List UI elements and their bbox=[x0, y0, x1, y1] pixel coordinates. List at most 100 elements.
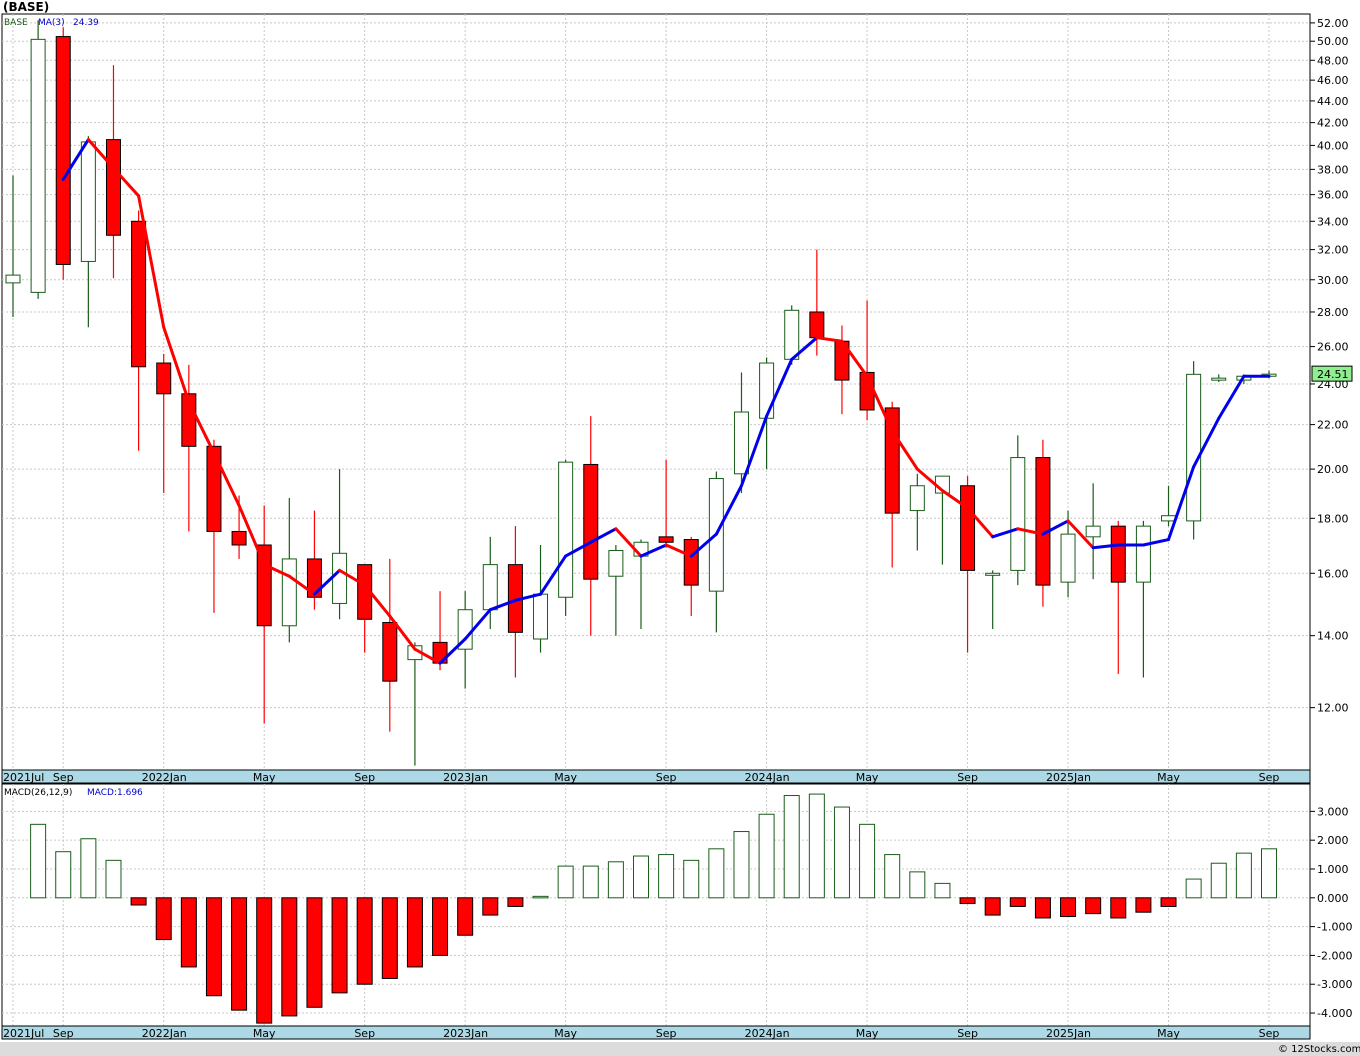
macd-bar bbox=[331, 897, 348, 994]
price-date-label: Sep bbox=[957, 771, 978, 784]
candle-body bbox=[206, 445, 222, 532]
price-date-label: Sep bbox=[1259, 771, 1280, 784]
macd-bar bbox=[457, 897, 474, 936]
macd-bar bbox=[683, 859, 700, 899]
candle-body bbox=[533, 593, 549, 640]
candle-body bbox=[583, 463, 599, 580]
candle-body bbox=[5, 274, 21, 284]
candle-body bbox=[231, 530, 247, 546]
macd-bar bbox=[55, 851, 72, 899]
macd-date-label: May bbox=[856, 1027, 879, 1040]
candle-body bbox=[1135, 525, 1151, 583]
macd-bar bbox=[356, 897, 373, 985]
candle-body bbox=[909, 485, 925, 512]
macd-date-label: 2022Jan bbox=[142, 1027, 187, 1040]
macd-bar bbox=[231, 897, 248, 1011]
macd-date-label: Sep bbox=[957, 1027, 978, 1040]
price-tick-label: 18.00 bbox=[1317, 512, 1349, 525]
candle-body bbox=[131, 220, 147, 368]
candle-body bbox=[1186, 373, 1202, 522]
macd-bar bbox=[1060, 897, 1077, 918]
candle-body bbox=[30, 38, 46, 293]
candle-body bbox=[608, 550, 624, 577]
macd-bar bbox=[1110, 897, 1127, 919]
price-date-label: 2022Jan bbox=[142, 771, 187, 784]
candle bbox=[1186, 361, 1202, 540]
price-tick-label: 40.00 bbox=[1317, 139, 1349, 152]
macd-bar bbox=[507, 897, 524, 907]
macd-bar bbox=[155, 897, 172, 941]
price-tick-label: 30.00 bbox=[1317, 274, 1349, 287]
legend-ma-value: 24.39 bbox=[73, 18, 99, 28]
price-panel bbox=[1, 13, 1311, 771]
price-date-label: Sep bbox=[354, 771, 375, 784]
macd-date-label: Sep bbox=[1259, 1027, 1280, 1040]
price-tick-label: 12.00 bbox=[1317, 702, 1349, 715]
candle-body bbox=[1085, 525, 1101, 538]
candle-body bbox=[332, 552, 348, 604]
candle-body bbox=[683, 539, 699, 586]
candle-body bbox=[281, 558, 297, 627]
macd-bar bbox=[130, 897, 147, 906]
macd-bar bbox=[30, 823, 47, 899]
macd-bar bbox=[406, 897, 423, 968]
candle-body bbox=[784, 309, 800, 360]
candle-body bbox=[558, 461, 574, 598]
candle bbox=[558, 459, 574, 617]
candle-body bbox=[1010, 457, 1026, 571]
candle bbox=[30, 20, 46, 299]
macd-bar bbox=[733, 831, 750, 899]
macd-bar bbox=[808, 793, 825, 899]
price-tick-label: 20.00 bbox=[1317, 463, 1349, 476]
candle-body bbox=[256, 544, 272, 627]
macd-bar bbox=[205, 897, 222, 997]
price-tick-label: 48.00 bbox=[1317, 54, 1349, 67]
price-tick-label: 36.00 bbox=[1317, 189, 1349, 202]
price-tick-label: 14.00 bbox=[1317, 630, 1349, 643]
candle-body bbox=[80, 141, 96, 262]
macd-date-label: May bbox=[1157, 1027, 1180, 1040]
macd-bar bbox=[557, 865, 574, 899]
macd-tick-label: 2.000 bbox=[1317, 834, 1349, 847]
candle-body bbox=[733, 411, 749, 475]
macd-bar bbox=[934, 882, 951, 899]
macd-bar bbox=[482, 897, 499, 916]
site-credit: © 12Stocks.com bbox=[1278, 1044, 1360, 1055]
price-date-label: May bbox=[253, 771, 276, 784]
price-tick-label: 34.00 bbox=[1317, 215, 1349, 228]
price-tick-label: 38.00 bbox=[1317, 163, 1349, 176]
price-date-label: May bbox=[554, 771, 577, 784]
candle-body bbox=[382, 622, 398, 682]
price-tick-label: 52.00 bbox=[1317, 17, 1349, 30]
candle bbox=[55, 27, 71, 280]
candle bbox=[1010, 435, 1026, 586]
macd-bar bbox=[859, 823, 876, 899]
candle-body bbox=[1035, 457, 1051, 586]
price-tick-label: 50.00 bbox=[1317, 35, 1349, 48]
macd-bar bbox=[1034, 897, 1051, 919]
macd-date-label: May bbox=[253, 1027, 276, 1040]
macd-bar bbox=[909, 871, 926, 899]
macd-bar bbox=[306, 897, 323, 1008]
candle-body bbox=[1110, 525, 1126, 583]
price-date-label: Sep bbox=[53, 771, 74, 784]
chart-title: (BASE) bbox=[3, 0, 49, 14]
macd-bar bbox=[1185, 878, 1202, 899]
macd-bar bbox=[281, 897, 298, 1017]
macd-bar bbox=[180, 897, 197, 968]
price-date-label: May bbox=[1157, 771, 1180, 784]
macd-bar bbox=[1085, 897, 1102, 915]
candle-body bbox=[759, 362, 775, 419]
macd-bar bbox=[833, 806, 850, 899]
macd-bar bbox=[381, 897, 398, 979]
macd-bar bbox=[708, 848, 725, 899]
macd-bar bbox=[959, 897, 976, 905]
macd-bar bbox=[1009, 897, 1026, 907]
candle-body bbox=[809, 311, 825, 339]
macd-bar bbox=[884, 854, 901, 899]
price-date-label: May bbox=[856, 771, 879, 784]
candle-body bbox=[156, 362, 172, 395]
legend-symbol: BASE bbox=[4, 18, 28, 28]
candle-body bbox=[482, 564, 498, 611]
price-tick-label: 28.00 bbox=[1317, 306, 1349, 319]
